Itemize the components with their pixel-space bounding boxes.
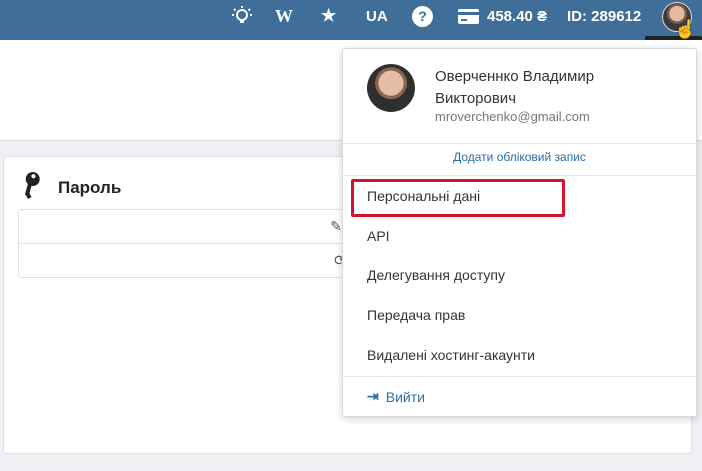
profile-dropdown-menu: Оверченнко Владимир Викторович mroverche… <box>342 48 697 417</box>
menu-item-access-delegation[interactable]: Делегування доступу <box>367 267 505 283</box>
credit-card-icon <box>458 8 479 24</box>
wiki-icon[interactable]: W <box>275 0 293 32</box>
key-icon <box>13 167 52 209</box>
dropdown-divider <box>343 376 696 377</box>
menu-item-rights-transfer[interactable]: Передача прав <box>367 307 465 323</box>
user-full-name: Оверченнко Владимир Викторович <box>435 68 595 107</box>
top-navigation-bar: W ★ UA ? 458.40 ₴ ID: 289612 <box>0 0 702 40</box>
key-icon-svg <box>24 172 40 199</box>
password-card-title: Пароль <box>20 171 121 204</box>
lightbulb-icon[interactable] <box>232 0 252 32</box>
user-avatar <box>367 64 415 112</box>
pencil-icon: ✎ <box>330 218 342 234</box>
logout-link[interactable]: ⇥ Вийти <box>367 388 425 405</box>
help-button[interactable]: ? <box>412 0 433 32</box>
hand-cursor-icon: ☝ <box>674 19 697 39</box>
language-switcher[interactable]: UA <box>366 0 388 32</box>
balance-amount: 458.40 ₴ <box>487 7 548 25</box>
star-icon[interactable]: ★ <box>321 0 336 32</box>
help-icon: ? <box>412 5 433 27</box>
menu-item-api[interactable]: API <box>367 228 390 244</box>
add-account-link[interactable]: Додати обліковий запис <box>343 150 696 164</box>
user-email: mroverchenko@gmail.com <box>435 109 590 124</box>
dropdown-divider <box>343 143 696 144</box>
menu-item-personal-data[interactable]: Персональні дані <box>367 188 480 204</box>
lightbulb-icon-svg <box>232 6 252 23</box>
password-title-text: Пароль <box>58 177 122 197</box>
balance-button[interactable]: 458.40 ₴ <box>458 0 547 32</box>
menu-item-deleted-hosting-accounts[interactable]: Видалені хостинг-акаунти <box>367 347 535 363</box>
account-id: ID: 289612 <box>567 7 642 25</box>
sign-out-icon: ⇥ <box>367 388 379 404</box>
logout-label: Вийти <box>385 388 425 405</box>
dropdown-divider <box>343 175 696 176</box>
